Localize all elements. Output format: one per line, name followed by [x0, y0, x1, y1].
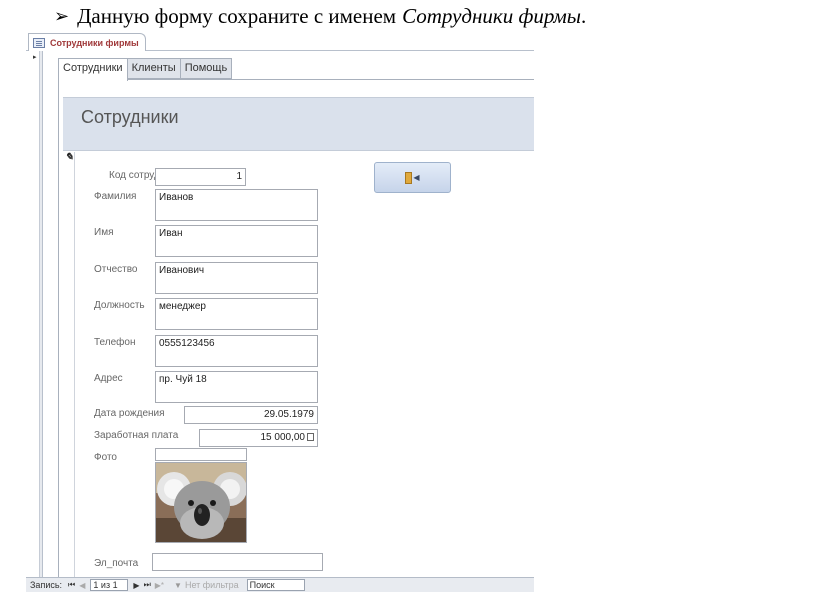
next-record-icon[interactable]: ▶ [133, 581, 139, 590]
document-tab-label: Сотрудники фирмы [50, 37, 139, 48]
exit-form-button[interactable]: ◀ [374, 162, 451, 193]
first-record-icon[interactable]: ⏮ [68, 580, 75, 590]
email-label: Эл_почта [94, 558, 139, 569]
photo-caption-field[interactable] [155, 448, 247, 461]
previous-record-icon[interactable]: ◀ [79, 581, 85, 590]
caption-text: Данную форму сохраните с именем [77, 3, 397, 28]
caption-form-name: Сотрудники фирмы [402, 3, 581, 28]
address-field[interactable]: пр. Чуй 18 [155, 371, 318, 403]
record-selector[interactable]: ▸ [30, 51, 40, 577]
detail-section-selector[interactable]: ✎ [63, 152, 75, 578]
arrow-bullet-icon: ➢ [54, 5, 70, 26]
salary-value: 15 000,00 [260, 432, 306, 443]
last-name-field[interactable]: Иванов [155, 189, 318, 221]
id-label: Код сотруд [109, 170, 160, 181]
exit-door-icon [405, 171, 413, 184]
form-header: Сотрудники [63, 97, 534, 151]
birth-date-label: Дата рождения [94, 408, 165, 419]
id-field[interactable]: 1 [155, 168, 246, 186]
employee-photo[interactable] [155, 462, 247, 543]
phone-field[interactable]: 0555123456 [155, 335, 318, 367]
salary-field[interactable]: 15 000,00 [199, 429, 318, 447]
position-field[interactable]: менеджер [155, 298, 318, 330]
record-navigation-bar: Запись: ⏮ ◀ 1 из 1 ▶ ⏭ ▶* ▼ Нет фильтра … [26, 577, 534, 592]
form-icon [33, 37, 45, 48]
first-name-label: Имя [94, 227, 114, 238]
caption-period: . [581, 3, 587, 28]
first-name-field[interactable]: Иван [155, 225, 318, 257]
tab-employees[interactable]: Сотрудники [58, 58, 128, 81]
address-label: Адрес [94, 373, 123, 384]
pencil-edit-icon: ✎ [65, 152, 74, 163]
position-label: Должность [94, 300, 145, 311]
tab-control: Сотрудники Клиенты Помощь [58, 58, 233, 81]
last-record-icon[interactable]: ⏭ [144, 580, 151, 590]
birth-date-field[interactable]: 29.05.1979 [184, 406, 318, 424]
instruction-caption: ➢ Данную форму сохраните с именем Сотруд… [54, 3, 586, 29]
access-form-window: Сотрудники фирмы ▸ Сотрудники Клиенты По… [26, 33, 534, 592]
tab-clients[interactable]: Клиенты [126, 58, 181, 79]
filter-toggle[interactable]: ▼ Нет фильтра [174, 580, 239, 590]
patronymic-field[interactable]: Иванович [155, 262, 318, 294]
funnel-icon: ▼ [174, 580, 182, 590]
photo-label: Фото [94, 452, 117, 463]
filter-label: Нет фильтра [184, 580, 239, 590]
salary-label: Заработная плата [94, 430, 179, 441]
new-record-icon[interactable]: ▶* [155, 581, 164, 590]
last-name-label: Фамилия [94, 191, 137, 202]
calculator-icon[interactable] [307, 433, 314, 441]
email-field[interactable] [152, 553, 323, 571]
form-left-border [40, 51, 43, 577]
records-label: Запись: [30, 580, 63, 590]
form-title: Сотрудники [81, 107, 179, 127]
phone-label: Телефон [94, 337, 136, 348]
tab-page-employees: Сотрудники ✎ Код сотруд 1 Фамилия Иванов… [58, 79, 534, 578]
koala-photo-image [156, 463, 246, 542]
search-input[interactable]: Поиск [246, 579, 305, 591]
record-pointer-icon: ▸ [33, 54, 37, 61]
patronymic-label: Отчество [94, 264, 138, 275]
document-tab-bar: Сотрудники фирмы [26, 33, 534, 51]
record-position-input[interactable]: 1 из 1 [90, 579, 129, 591]
arrow-left-icon: ◀ [413, 173, 420, 182]
document-tab[interactable]: Сотрудники фирмы [28, 33, 146, 51]
tab-help[interactable]: Помощь [179, 58, 233, 79]
